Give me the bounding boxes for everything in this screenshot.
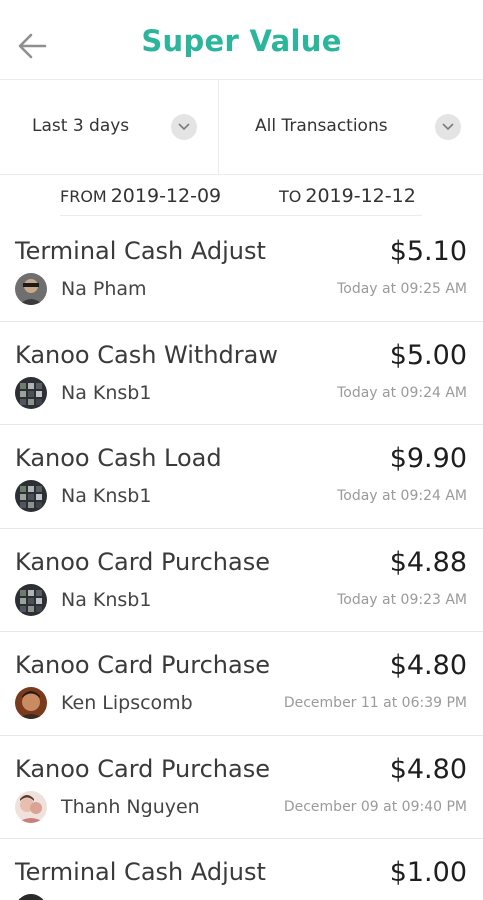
chevron-down-icon [435,114,461,140]
transaction-amount: $4.88 [389,546,467,578]
transaction-amount: $1.00 [389,857,467,888]
transaction-amount: $5.00 [389,339,467,371]
filter-bar: Last 3 days All Transactions [0,80,483,175]
transaction-amount: $9.90 [389,443,467,474]
avatar [15,480,47,512]
transaction-title: Terminal Cash Adjust [15,237,266,265]
avatar [15,583,47,616]
transaction-time: Today at 09:25 AM [337,281,467,297]
transaction-time: December 09 at 09:40 PM [283,798,467,815]
transaction-user: Na Pham [61,278,147,300]
period-filter-label: Last 3 days [32,116,130,136]
type-filter-dropdown[interactable]: All Transactions [219,80,483,175]
avatar [15,273,47,305]
transaction-amount: $4.80 [389,650,467,681]
transaction-user: Na Knsb1 [61,485,152,507]
date-from[interactable]: FROM 2019-12-09 [60,185,221,207]
app-header: Super Value [0,0,483,80]
transaction-time: December 11 at 06:39 PM [283,695,467,711]
transaction-user: Thanh Nguyen [61,795,200,818]
transaction-amount: $5.10 [389,236,467,267]
transaction-title: Kanoo Cash Withdraw [15,340,278,369]
transaction-row[interactable]: Kanoo Cash Withdraw $5.00 Na Knsb1 Today… [0,322,483,425]
transaction-title: Kanoo Cash Load [15,444,222,472]
transaction-row[interactable]: Kanoo Card Purchase $4.80 Thanh Nguyen D… [0,736,483,839]
transaction-row[interactable]: Terminal Cash Adjust $1.00 [0,839,483,900]
date-from-label: FROM [60,187,107,206]
transaction-time: Today at 09:24 AM [337,488,467,504]
transaction-user: Ken Lipscomb [61,692,193,714]
transaction-title: Kanoo Card Purchase [15,547,270,576]
transaction-row[interactable]: Kanoo Card Purchase $4.88 Na Knsb1 Today… [0,529,483,632]
transaction-title: Terminal Cash Adjust [15,858,266,886]
transaction-time: Today at 09:24 AM [337,384,467,401]
transaction-list: Terminal Cash Adjust $5.10 Na Pham Today… [0,218,483,900]
chevron-down-icon [171,114,197,140]
transaction-row[interactable]: Terminal Cash Adjust $5.10 Na Pham Today… [0,218,483,322]
type-filter-label: All Transactions [255,116,388,136]
avatar [15,790,47,823]
transaction-user: Na Knsb1 [61,381,152,404]
transaction-title: Kanoo Card Purchase [15,651,270,679]
date-from-value: 2019-12-09 [110,185,222,207]
transaction-title: Kanoo Card Purchase [15,754,270,783]
avatar [15,376,47,409]
transaction-user: Na Knsb1 [61,588,152,611]
date-to-label: TO [279,187,302,206]
date-to-value: 2019-12-12 [305,185,416,207]
page-title: Super Value [141,24,342,58]
period-filter-dropdown[interactable]: Last 3 days [0,80,219,175]
date-to[interactable]: TO 2019-12-12 [279,185,416,207]
transaction-row[interactable]: Kanoo Cash Load $9.90 Na Knsb1 Today at … [0,425,483,529]
transaction-time: Today at 09:23 AM [337,591,467,608]
date-range: FROM 2019-12-09 TO 2019-12-12 [60,176,422,216]
transaction-amount: $4.80 [389,753,467,785]
transaction-row[interactable]: Kanoo Card Purchase $4.80 Ken Lipscomb D… [0,632,483,736]
avatar [15,894,47,900]
avatar [15,687,47,719]
